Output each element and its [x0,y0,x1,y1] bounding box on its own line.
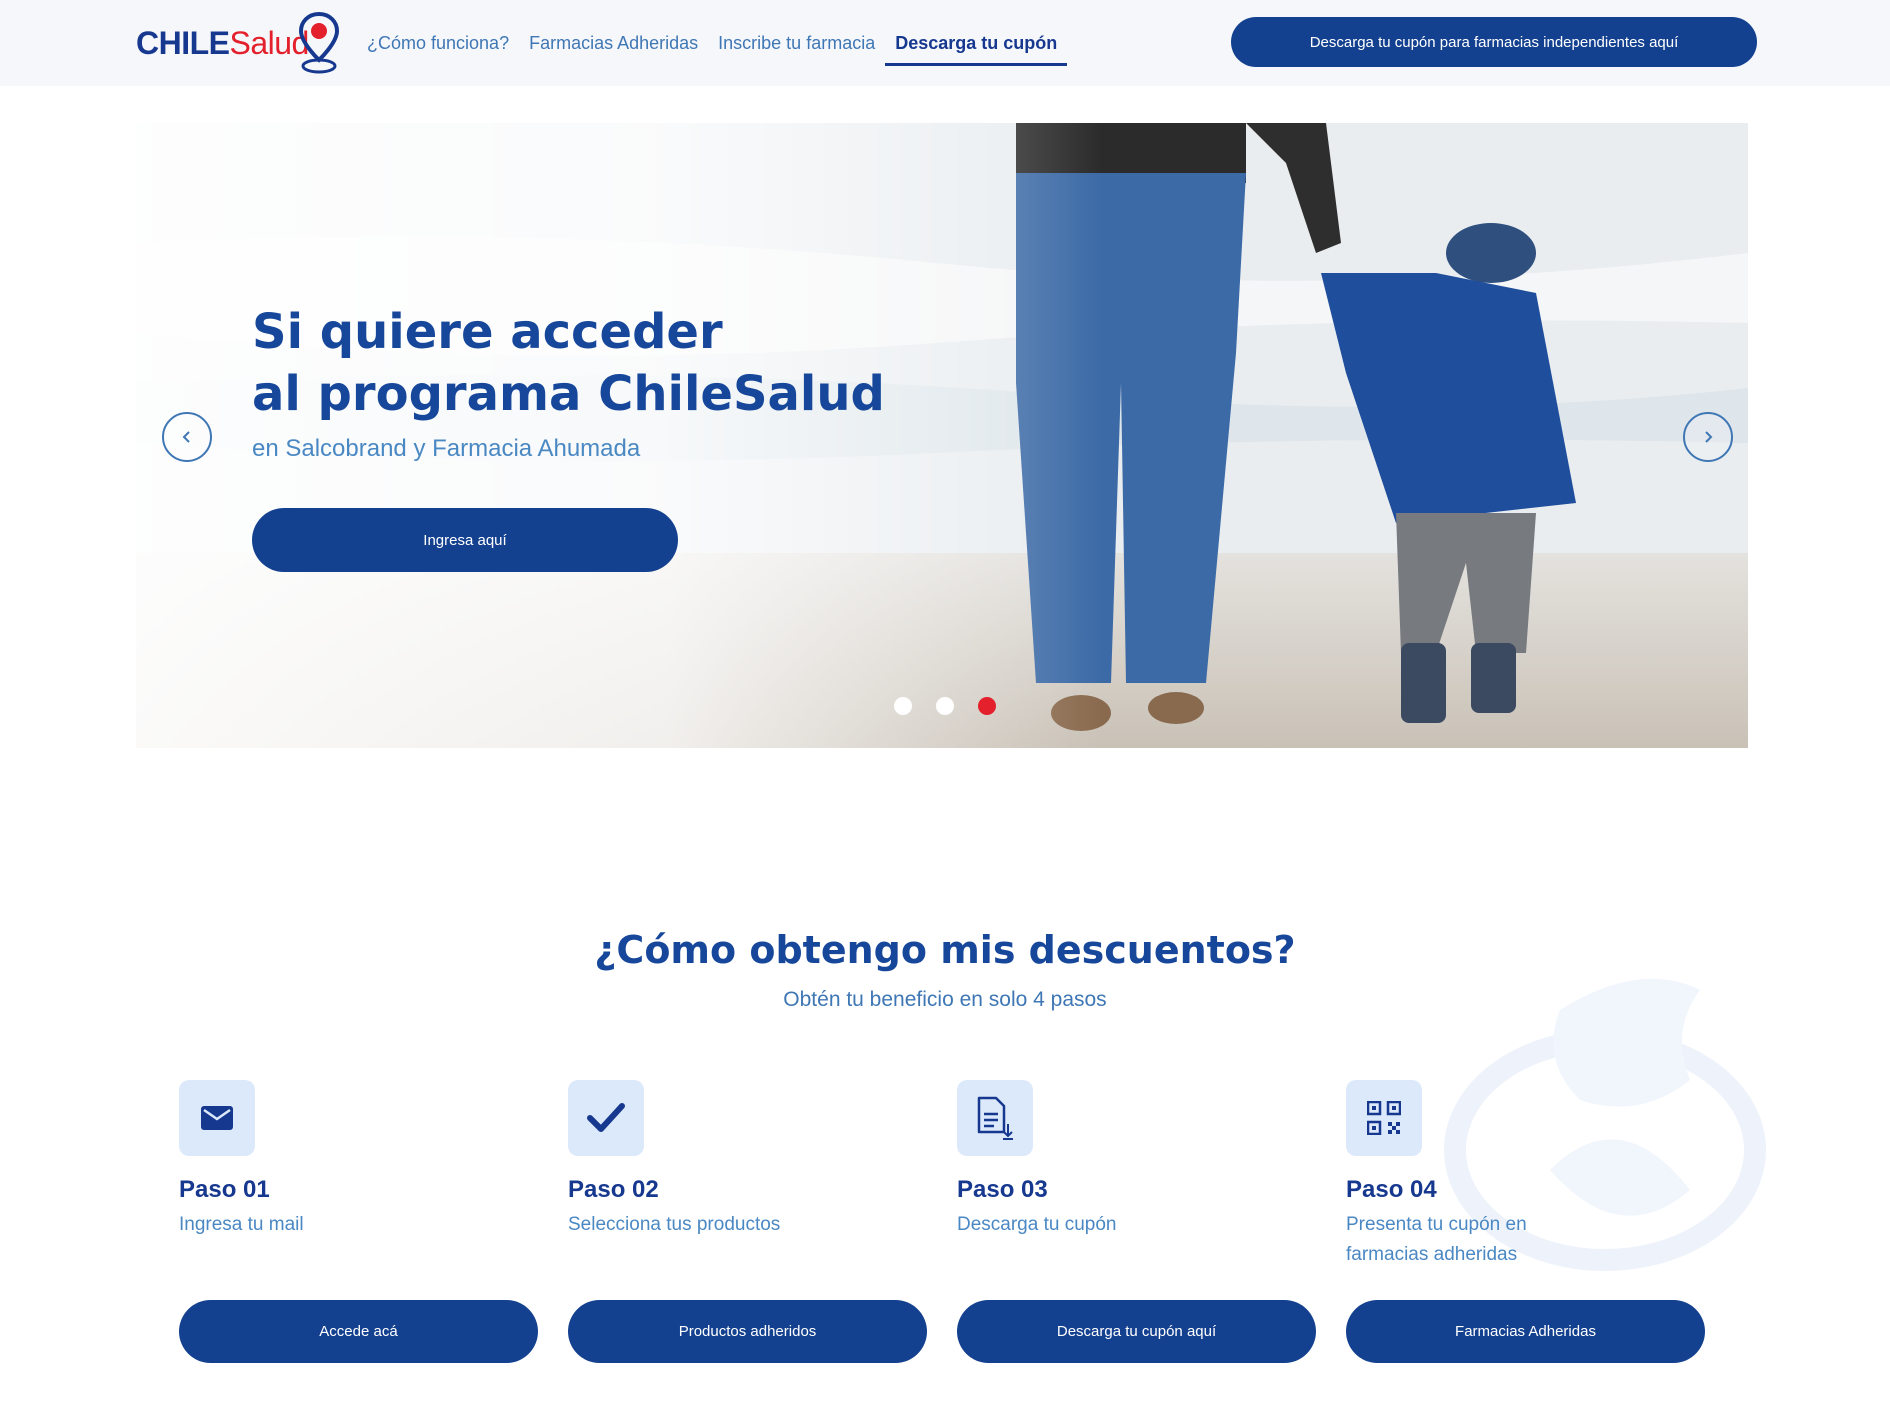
logo-chile: CHILE [136,24,230,61]
carousel-indicators [894,697,996,715]
step-description: Presenta tu cupón en farmacias adheridas [1346,1214,1527,1265]
hero-subtitle: en Salcobrand y Farmacia Ahumada [252,435,641,462]
location-pin-icon [298,11,340,74]
step-card-4: Paso 04 Presenta tu cupón en farmacias a… [1346,1080,1706,1270]
chevron-right-icon [1705,431,1713,443]
step-icon-box [957,1080,1033,1156]
logo-text: CHILESalud [136,25,309,62]
hero-carousel: Si quiere acceder al programa ChileSalud… [136,123,1748,748]
site-header: CHILESalud ¿Cómo funciona? Farmacias Adh… [0,0,1890,86]
nav-item-farmacias-adheridas[interactable]: Farmacias Adheridas [529,21,698,66]
download-coupon-independent-button[interactable]: Descarga tu cupón para farmacias indepen… [1231,17,1757,67]
step-card-1: Paso 01 Ingresa tu mail [179,1080,539,1240]
carousel-dot-3[interactable] [978,697,996,715]
hero-title-line1: Si quiere acceder [252,304,723,360]
hero-title-line2: al programa ChileSalud [252,366,885,422]
check-icon [587,1103,625,1132]
step-title: Paso 03 [957,1176,1048,1203]
main-nav: ¿Cómo funciona? Farmacias Adheridas Insc… [367,0,1087,86]
carousel-dot-2[interactable] [936,697,954,715]
productos-adheridos-button[interactable]: Productos adheridos [568,1300,927,1363]
chevron-left-icon [182,431,190,443]
step-icon-box [179,1080,255,1156]
nav-item-descarga-cupon[interactable]: Descarga tu cupón [885,21,1068,66]
carousel-prev-button[interactable] [162,412,212,462]
qr-code-icon [1367,1101,1401,1135]
document-download-icon [977,1096,1013,1140]
ingresa-aqui-button[interactable]: Ingresa aquí [252,508,678,572]
step-description: Ingresa tu mail [179,1214,304,1235]
step-icon-box [568,1080,644,1156]
chilesalud-logo[interactable]: CHILESalud [136,10,340,76]
nav-item-inscribe-farmacia[interactable]: Inscribe tu farmacia [718,21,875,66]
mail-icon [201,1106,233,1130]
step-description: Descarga tu cupón [957,1214,1117,1235]
step-description: Selecciona tus productos [568,1214,781,1235]
nav-item-como-funciona[interactable]: ¿Cómo funciona? [367,21,509,66]
step-icon-box [1346,1080,1422,1156]
hero-title: Si quiere acceder al programa ChileSalud [252,301,885,425]
step-title: Paso 04 [1346,1176,1437,1203]
section-subtitle: Obtén tu beneficio en solo 4 pasos [783,988,1107,1011]
step-title: Paso 01 [179,1176,270,1203]
carousel-dot-1[interactable] [894,697,912,715]
carousel-next-button[interactable] [1683,412,1733,462]
section-title: ¿Cómo obtengo mis descuentos? [594,928,1296,972]
farmacias-adheridas-button[interactable]: Farmacias Adheridas [1346,1300,1705,1363]
step-card-2: Paso 02 Selecciona tus productos [568,1080,928,1240]
descarga-cupon-aqui-button[interactable]: Descarga tu cupón aquí [957,1300,1316,1363]
step-card-3: Paso 03 Descarga tu cupón [957,1080,1317,1240]
accede-aca-button[interactable]: Accede acá [179,1300,538,1363]
step-title: Paso 02 [568,1176,659,1203]
